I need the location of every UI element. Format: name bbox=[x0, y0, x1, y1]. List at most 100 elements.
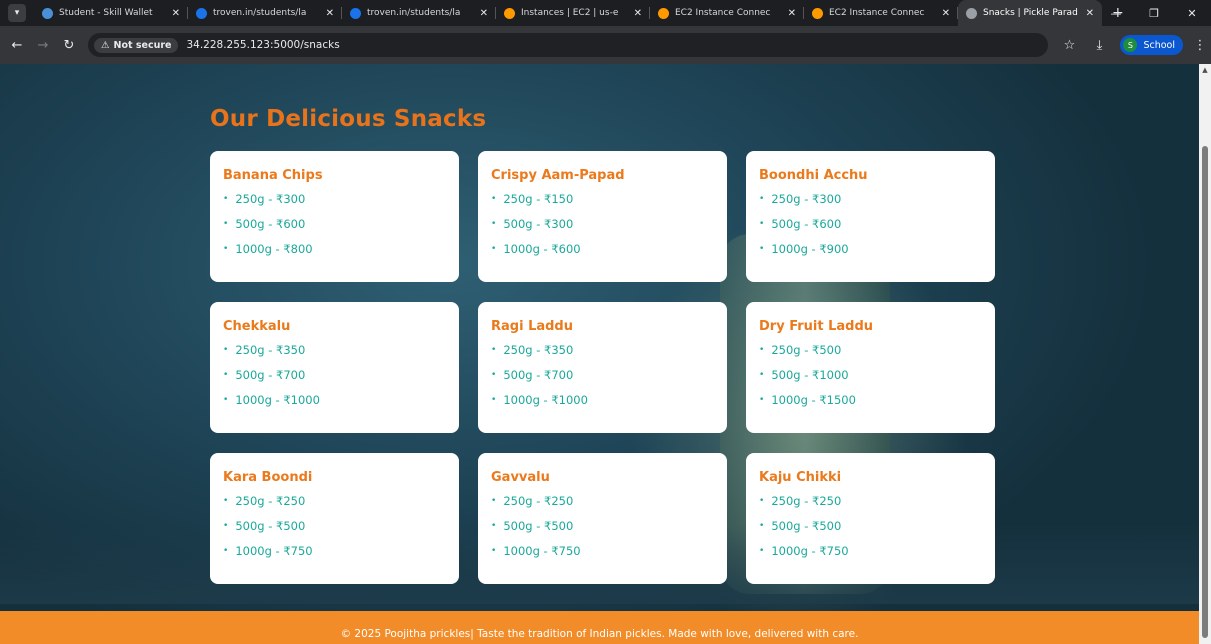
favicon-icon bbox=[42, 7, 53, 19]
price-item: • 500g - ₹500 bbox=[223, 519, 459, 544]
favicon-icon bbox=[966, 7, 977, 19]
price-text: 500g - ₹500 bbox=[235, 519, 306, 533]
window-controls: — ❐ ✕ bbox=[1097, 0, 1211, 26]
product-card: Banana Chips • 250g - ₹300 • 500g - ₹600 • 100… bbox=[210, 151, 459, 282]
back-icon[interactable]: ← bbox=[4, 38, 30, 53]
kebab-menu-icon[interactable]: ⋮ bbox=[1189, 38, 1211, 53]
price-item: • 250g - ₹300 bbox=[759, 192, 995, 217]
bullet-icon: • bbox=[491, 546, 497, 556]
profile-button[interactable]: S School bbox=[1120, 35, 1183, 55]
page-viewport: Our Delicious Snacks Banana Chips • 250g -… bbox=[0, 64, 1199, 644]
security-chip[interactable]: ⚠ Not secure bbox=[94, 37, 179, 53]
price-text: 500g - ₹700 bbox=[235, 368, 306, 382]
tab-title: EC2 Instance Connec bbox=[829, 8, 925, 18]
bullet-icon: • bbox=[223, 395, 229, 405]
price-item: • 250g - ₹250 bbox=[491, 494, 727, 519]
bookmark-star-icon[interactable]: ☆ bbox=[1054, 38, 1084, 53]
tab-5[interactable]: EC2 Instance Connec ✕ bbox=[650, 0, 804, 26]
forward-icon[interactable]: → bbox=[30, 38, 56, 53]
bullet-icon: • bbox=[223, 370, 229, 380]
tab-3[interactable]: troven.in/students/la ✕ bbox=[342, 0, 496, 26]
price-list: • 250g - ₹250 • 500g - ₹500 • 1000g - ₹750 bbox=[223, 494, 459, 569]
security-label: Not secure bbox=[113, 39, 172, 51]
product-name: Boondhi Acchu bbox=[759, 168, 868, 183]
favicon-icon bbox=[658, 7, 669, 19]
price-text: 500g - ₹500 bbox=[503, 519, 574, 533]
price-item: • 1000g - ₹750 bbox=[491, 544, 727, 569]
tab-title: EC2 Instance Connec bbox=[675, 8, 771, 18]
product-card: Boondhi Acchu • 250g - ₹300 • 500g - ₹600 • 10… bbox=[746, 151, 995, 282]
price-text: 250g - ₹250 bbox=[503, 494, 574, 508]
page-title: Our Delicious Snacks bbox=[210, 106, 487, 132]
price-list: • 250g - ₹300 • 500g - ₹600 • 1000g - ₹900 bbox=[759, 192, 995, 267]
bullet-icon: • bbox=[759, 370, 765, 380]
price-list: • 250g - ₹500 • 500g - ₹1000 • 1000g - ₹1500 bbox=[759, 343, 995, 418]
price-text: 500g - ₹600 bbox=[771, 217, 842, 231]
close-tab-icon[interactable]: ✕ bbox=[942, 8, 950, 19]
footer-text: © 2025 Poojitha prickles| Taste the trad… bbox=[340, 628, 859, 640]
tab-6[interactable]: EC2 Instance Connec ✕ bbox=[804, 0, 958, 26]
close-tab-icon[interactable]: ✕ bbox=[1086, 8, 1094, 19]
reload-icon[interactable]: ↻ bbox=[56, 38, 82, 53]
restore-icon[interactable]: ❐ bbox=[1135, 7, 1173, 20]
tab-strip: ▾ Student - Skill Wallet ✕ troven.in/stude… bbox=[0, 0, 1211, 26]
product-card: Ragi Laddu • 250g - ₹350 • 500g - ₹700 • 1000g… bbox=[478, 302, 727, 433]
tab-7[interactable]: Snacks | Pickle Parad ✕ bbox=[958, 0, 1102, 26]
price-list: • 250g - ₹350 • 500g - ₹700 • 1000g - ₹1000 bbox=[223, 343, 459, 418]
bullet-icon: • bbox=[759, 345, 765, 355]
price-item: • 250g - ₹350 bbox=[223, 343, 459, 368]
scrollbar-thumb[interactable] bbox=[1202, 146, 1208, 638]
price-list: • 250g - ₹150 • 500g - ₹300 • 1000g - ₹600 bbox=[491, 192, 727, 267]
toolbar-actions: ☆ ⤓ S School ⋮ bbox=[1054, 26, 1211, 64]
tab-search-button[interactable]: ▾ bbox=[8, 4, 26, 22]
product-name: Gavvalu bbox=[491, 470, 550, 485]
chevron-down-icon: ▾ bbox=[14, 8, 20, 18]
product-card: Chekkalu • 250g - ₹350 • 500g - ₹700 • 1000g -… bbox=[210, 302, 459, 433]
scroll-up-icon[interactable]: ▲ bbox=[1199, 66, 1211, 74]
price-text: 500g - ₹1000 bbox=[771, 368, 849, 382]
close-tab-icon[interactable]: ✕ bbox=[172, 8, 180, 19]
product-name: Kaju Chikki bbox=[759, 470, 842, 485]
scrollbar[interactable]: ▲ bbox=[1199, 64, 1211, 644]
download-icon[interactable]: ⤓ bbox=[1084, 38, 1114, 53]
bullet-icon: • bbox=[223, 521, 229, 531]
warning-icon: ⚠ bbox=[101, 39, 110, 51]
tab-1[interactable]: Student - Skill Wallet ✕ bbox=[34, 0, 188, 26]
bullet-icon: • bbox=[759, 395, 765, 405]
url-text[interactable]: 34.228.255.123:5000/snacks bbox=[186, 39, 339, 51]
bullet-icon: • bbox=[491, 345, 497, 355]
product-card: Kara Boondi • 250g - ₹250 • 500g - ₹500 • 1000… bbox=[210, 453, 459, 584]
price-text: 250g - ₹350 bbox=[235, 343, 306, 357]
favicon-icon bbox=[504, 7, 515, 19]
price-text: 500g - ₹600 bbox=[235, 217, 306, 231]
price-item: • 500g - ₹500 bbox=[759, 519, 995, 544]
product-name: Dry Fruit Laddu bbox=[759, 319, 874, 334]
price-item: • 1000g - ₹1500 bbox=[759, 393, 995, 418]
bullet-icon: • bbox=[491, 521, 497, 531]
product-card: Kaju Chikki • 250g - ₹250 • 500g - ₹500 • 1000… bbox=[746, 453, 995, 584]
close-window-icon[interactable]: ✕ bbox=[1173, 7, 1211, 20]
close-tab-icon[interactable]: ✕ bbox=[480, 8, 488, 19]
price-list: • 250g - ₹300 • 500g - ₹600 • 1000g - ₹800 bbox=[223, 192, 459, 267]
close-tab-icon[interactable]: ✕ bbox=[634, 8, 642, 19]
omnibox[interactable]: ⚠ Not secure 34.228.255.123:5000/snacks bbox=[88, 33, 1048, 57]
product-name: Chekkalu bbox=[223, 319, 291, 334]
close-tab-icon[interactable]: ✕ bbox=[326, 8, 334, 19]
bullet-icon: • bbox=[491, 370, 497, 380]
price-item: • 250g - ₹250 bbox=[759, 494, 995, 519]
bullet-icon: • bbox=[491, 496, 497, 506]
tab-4[interactable]: Instances | EC2 | us-e ✕ bbox=[496, 0, 650, 26]
price-item: • 500g - ₹500 bbox=[491, 519, 727, 544]
toolbar: ← → ↻ ⚠ Not secure 34.228.255.123:5000/s… bbox=[0, 26, 1211, 64]
close-tab-icon[interactable]: ✕ bbox=[788, 8, 796, 19]
price-text: 250g - ₹500 bbox=[771, 343, 842, 357]
tab-2[interactable]: troven.in/students/la ✕ bbox=[188, 0, 342, 26]
favicon-icon bbox=[350, 7, 361, 19]
bullet-icon: • bbox=[223, 345, 229, 355]
minimize-icon[interactable]: — bbox=[1097, 7, 1135, 20]
price-item: • 1000g - ₹900 bbox=[759, 242, 995, 267]
price-item: • 250g - ₹500 bbox=[759, 343, 995, 368]
price-item: • 250g - ₹250 bbox=[223, 494, 459, 519]
favicon-icon bbox=[196, 7, 207, 19]
tab-title: troven.in/students/la bbox=[213, 8, 307, 18]
